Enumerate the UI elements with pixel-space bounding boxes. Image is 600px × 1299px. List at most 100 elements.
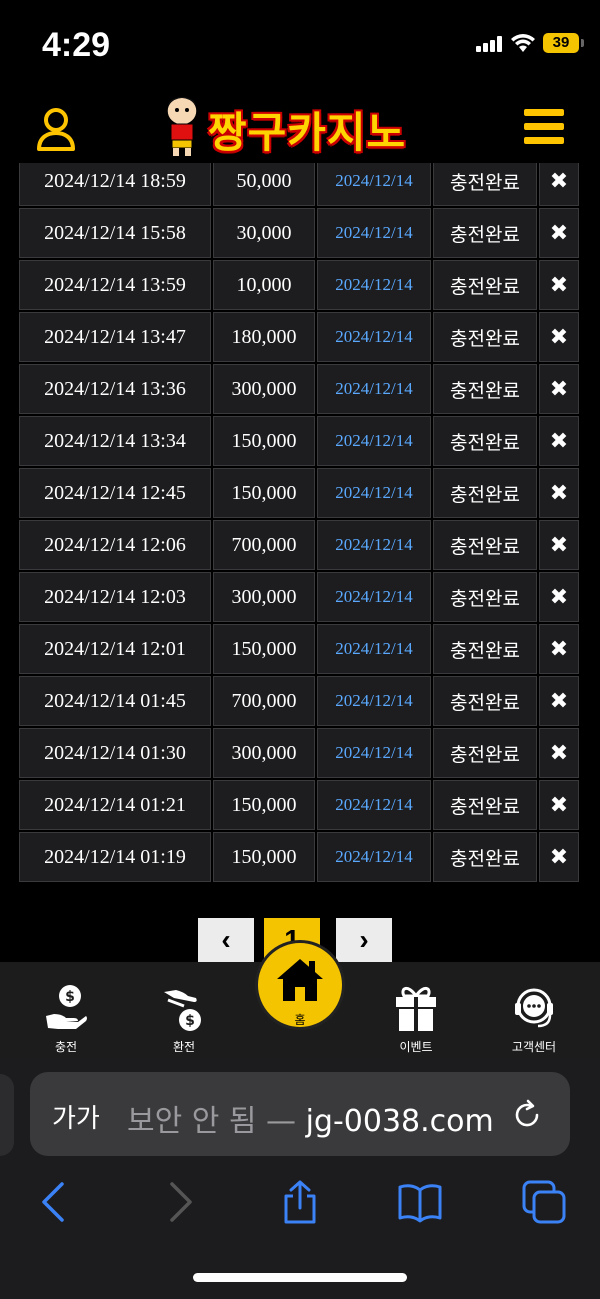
datetime-cell: 2024/12/14 13:59	[19, 260, 211, 310]
datetime-cell: 2024/12/14 18:59	[19, 163, 211, 206]
amount-cell: 150,000	[213, 468, 315, 518]
clock: 4:29	[42, 26, 111, 64]
datetime-cell: 2024/12/14 01:21	[19, 780, 211, 830]
wifi-icon	[511, 34, 535, 52]
next-page-button[interactable]: ›	[336, 918, 392, 962]
status-cell: 충전완료	[433, 520, 537, 570]
delete-button[interactable]: ✖	[539, 468, 579, 518]
processed-date-cell: 2024/12/14	[317, 624, 431, 674]
browser-chrome: 가가 보안 안 됨 — jg-0038.com	[0, 1058, 600, 1299]
home-indicator	[193, 1273, 407, 1282]
delete-button[interactable]: ✖	[539, 728, 579, 778]
delete-button[interactable]: ✖	[539, 624, 579, 674]
delete-button[interactable]: ✖	[539, 780, 579, 830]
prev-page-button[interactable]: ‹	[198, 918, 254, 962]
datetime-cell: 2024/12/14 01:19	[19, 832, 211, 882]
reload-icon[interactable]	[510, 1098, 544, 1132]
status-bar: 4:29 39	[0, 0, 600, 85]
processed-date-cell: 2024/12/14	[317, 780, 431, 830]
delete-button[interactable]: ✖	[539, 163, 579, 206]
text-size-button[interactable]: 가가	[52, 1098, 100, 1135]
status-cell: 충전완료	[433, 780, 537, 830]
datetime-cell: 2024/12/14 12:03	[19, 572, 211, 622]
nav-exchange-label: 환전	[172, 1040, 196, 1054]
delete-button[interactable]: ✖	[539, 832, 579, 882]
status-cell: 충전완료	[433, 208, 537, 258]
amount-cell: 10,000	[213, 260, 315, 310]
table-row: 2024/12/14 01:30 300,000 2024/12/14 충전완료 ✖	[19, 728, 581, 780]
status-cell: 충전완료	[433, 728, 537, 778]
status-cell: 충전완료	[433, 572, 537, 622]
processed-date-cell: 2024/12/14	[317, 676, 431, 726]
delete-button[interactable]: ✖	[539, 520, 579, 570]
exchange-money-icon: $	[164, 990, 201, 1031]
processed-date-cell: 2024/12/14	[317, 728, 431, 778]
tabs-icon[interactable]	[522, 1180, 566, 1224]
security-warning: 보안 안 됨 —	[127, 1104, 297, 1139]
site-logo[interactable]: 짱구카지노	[160, 93, 450, 157]
hamburger-menu-icon[interactable]	[524, 109, 564, 145]
status-cell: 충전완료	[433, 676, 537, 726]
delete-button[interactable]: ✖	[539, 312, 579, 362]
table-row: 2024/12/14 12:03 300,000 2024/12/14 충전완료 ✖	[19, 572, 581, 624]
datetime-cell: 2024/12/14 12:01	[19, 624, 211, 674]
amount-cell: 700,000	[213, 520, 315, 570]
gift-icon	[396, 987, 436, 1031]
processed-date-cell: 2024/12/14	[317, 572, 431, 622]
delete-button[interactable]: ✖	[539, 364, 579, 414]
amount-cell: 150,000	[213, 780, 315, 830]
share-icon[interactable]	[278, 1180, 322, 1224]
mascot-icon	[166, 96, 198, 156]
amount-cell: 30,000	[213, 208, 315, 258]
datetime-cell: 2024/12/14 13:34	[19, 416, 211, 466]
user-icon[interactable]	[36, 107, 76, 151]
status-cell: 충전완료	[433, 468, 537, 518]
nav-charge-label: 충전	[54, 1040, 78, 1054]
status-cell: 충전완료	[433, 832, 537, 882]
processed-date-cell: 2024/12/14	[317, 520, 431, 570]
url-display[interactable]: 보안 안 됨 — jg-0038.com	[127, 1096, 494, 1140]
table-row: 2024/12/14 01:21 150,000 2024/12/14 충전완료 ✖	[19, 780, 581, 832]
processed-date-cell: 2024/12/14	[317, 312, 431, 362]
amount-cell: 300,000	[213, 572, 315, 622]
table-row: 2024/12/14 15:58 30,000 2024/12/14 충전완료 ✖	[19, 208, 581, 260]
nav-event[interactable]: 이벤트	[376, 980, 456, 1056]
nav-support-label: 고객센터	[511, 1040, 557, 1054]
table-row: 2024/12/14 01:45 700,000 2024/12/14 충전완료 ✖	[19, 676, 581, 728]
status-cell: 충전완료	[433, 624, 537, 674]
status-cell: 충전완료	[433, 260, 537, 310]
previous-tab-edge[interactable]	[0, 1074, 14, 1156]
delete-button[interactable]: ✖	[539, 260, 579, 310]
nav-support[interactable]: 고객센터	[494, 980, 574, 1056]
headset-chat-icon	[515, 988, 553, 1028]
processed-date-cell: 2024/12/14	[317, 468, 431, 518]
delete-button[interactable]: ✖	[539, 676, 579, 726]
forward-icon[interactable]	[158, 1180, 202, 1224]
battery-indicator: 39	[543, 33, 579, 53]
bookmarks-icon[interactable]	[398, 1180, 442, 1224]
datetime-cell: 2024/12/14 13:36	[19, 364, 211, 414]
amount-cell: 150,000	[213, 416, 315, 466]
logo-text: 짱구카지노	[208, 108, 407, 157]
status-cell: 충전완료	[433, 312, 537, 362]
delete-button[interactable]: ✖	[539, 572, 579, 622]
nav-exchange[interactable]: $ 환전	[144, 980, 224, 1056]
nav-home-button[interactable]: 홈	[255, 940, 345, 1030]
processed-date-cell: 2024/12/14	[317, 260, 431, 310]
cellular-signal-icon	[476, 36, 504, 52]
amount-cell: 180,000	[213, 312, 315, 362]
app-header: 짱구카지노	[0, 85, 600, 163]
table-row: 2024/12/14 01:19 150,000 2024/12/14 충전완료 ✖	[19, 832, 581, 884]
back-icon[interactable]	[32, 1180, 76, 1224]
url-domain: jg-0038.com	[305, 1104, 494, 1139]
delete-button[interactable]: ✖	[539, 208, 579, 258]
table-row: 2024/12/14 12:45 150,000 2024/12/14 충전완료 ✖	[19, 468, 581, 520]
table-row: 2024/12/14 18:59 50,000 2024/12/14 충전완료 ✖	[19, 163, 581, 208]
address-bar[interactable]: 가가 보안 안 됨 — jg-0038.com	[30, 1072, 570, 1156]
datetime-cell: 2024/12/14 01:30	[19, 728, 211, 778]
processed-date-cell: 2024/12/14	[317, 208, 431, 258]
nav-charge[interactable]: $ 충전	[26, 980, 106, 1056]
amount-cell: 700,000	[213, 676, 315, 726]
delete-button[interactable]: ✖	[539, 416, 579, 466]
battery-cap	[581, 39, 584, 47]
